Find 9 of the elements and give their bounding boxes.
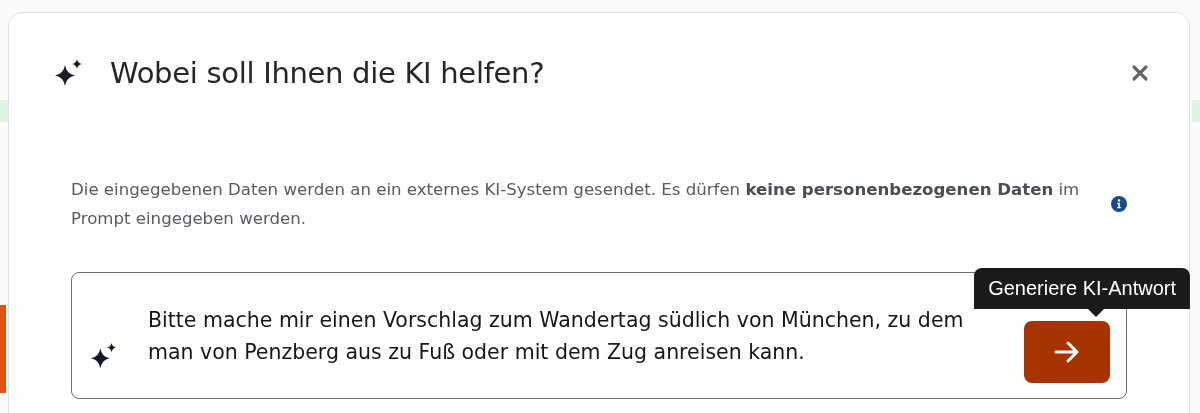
- prompt-text: man von Penzberg aus zu Fuß oder mit dem Zug anreisen kann.: [148, 338, 806, 366]
- info-icon[interactable]: [1111, 194, 1127, 214]
- tooltip: Generiere KI-Antwort: [974, 267, 1190, 317]
- prompt-text: Bitte mache mir einen Vorschlag zum Wandertag südlich von München, zu dem: [148, 306, 965, 334]
- send-button[interactable]: [1024, 320, 1110, 383]
- privacy-notice: Die eingegebenen Daten werden an ein externes KI-System gesendet. Es dürfen keine personenbezogenen Daten im Prompt eingegeben werden.: [71, 179, 1081, 230]
- close-icon[interactable]: [1131, 64, 1149, 82]
- arrow-right-icon: [1053, 339, 1081, 364]
- dialog-title: Wobei soll Ihnen die KI helfen?: [110, 56, 546, 90]
